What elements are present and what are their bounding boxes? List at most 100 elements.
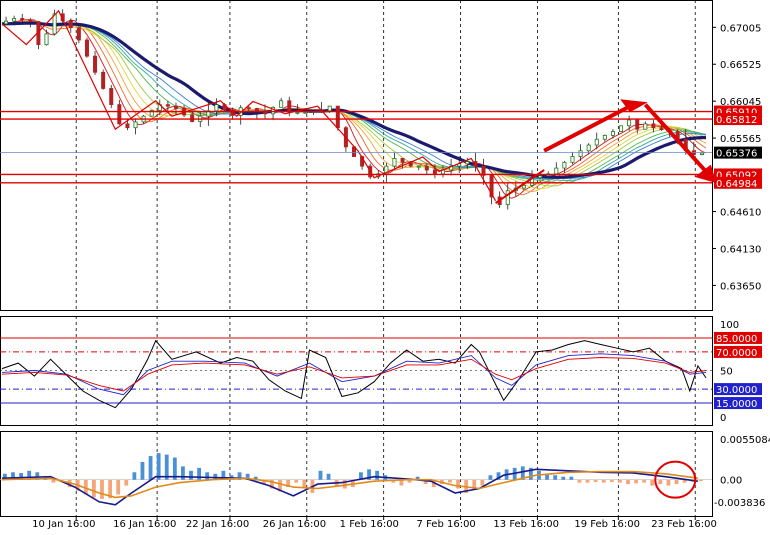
macd-histogram-bar (658, 479, 663, 485)
macd-histogram-bar (634, 479, 638, 484)
candle-body (133, 121, 138, 129)
macd-histogram-bar (593, 479, 598, 482)
candle-body (586, 144, 591, 152)
candle-body (643, 123, 648, 130)
macd-histogram-bar (156, 453, 161, 480)
macd-y-tick-label: 0.00 (720, 476, 742, 487)
candle-body (101, 71, 106, 89)
oscillator-y-tick-label: 0 (720, 413, 726, 424)
candle-body (424, 165, 429, 171)
macd-histogram-bar (132, 472, 137, 480)
candle-body (570, 156, 575, 163)
macd-histogram-bar (100, 479, 104, 499)
candle-body (93, 55, 98, 73)
candle-body (538, 175, 543, 179)
price-y-tick-label: 0.66525 (720, 60, 761, 71)
ma-ribbon-line (1, 19, 707, 195)
oscillator-series-line (1, 357, 707, 392)
ma-ribbon-line (2, 21, 707, 189)
candle-body (392, 158, 397, 167)
price-panel-frame (0, 0, 713, 311)
x-axis-date-label: 13 Feb 16:00 (493, 519, 559, 530)
macd-histogram-bar (642, 479, 647, 483)
candle-body (287, 100, 292, 113)
candle-body (28, 19, 33, 22)
ma-ribbon-line (2, 21, 707, 187)
x-axis-date-label: 16 Jan 16:00 (113, 519, 176, 530)
chart-root: 0.670050.665250.660450.655650.650850.646… (0, 0, 770, 535)
price-y-tick-label: 0.63650 (720, 281, 761, 292)
macd-histogram-bar (181, 466, 185, 480)
candle-body (432, 169, 437, 175)
candle-body (173, 105, 178, 109)
macd-histogram-bar (318, 470, 323, 480)
candle-body (521, 184, 526, 189)
oscillator-level-label: 15.0000 (716, 399, 757, 410)
candle-body (279, 100, 284, 108)
candle-body (12, 18, 17, 22)
candle-body (165, 104, 170, 107)
candle-body (578, 150, 583, 157)
candle-body (594, 138, 599, 146)
macd-histogram-bar (577, 479, 582, 483)
candle-body (327, 105, 332, 112)
candle-body (254, 108, 259, 112)
oscillator-series-line (1, 339, 707, 409)
oscillator-level-label: 70.0000 (716, 348, 757, 359)
candle-body (303, 111, 308, 114)
candle-body (627, 119, 632, 127)
macd-y-tick-label: -0.003836 (714, 498, 765, 509)
candle-body (214, 104, 219, 112)
macd-histogram-bar (609, 479, 614, 482)
candle-body (4, 20, 9, 25)
macd-histogram-bar (488, 475, 493, 480)
macd-histogram-bar (375, 470, 380, 480)
candle-body (602, 134, 607, 140)
macd-histogram-bar (674, 479, 679, 485)
oscillator-y-tick-label: 50 (720, 367, 733, 378)
price-y-tick-label: 0.64610 (720, 208, 761, 219)
macd-histogram-bar (666, 479, 671, 486)
candle-body (416, 165, 421, 168)
macd-histogram-bar (51, 479, 56, 483)
macd-histogram-bar (189, 470, 193, 480)
macd-histogram-bar (601, 479, 606, 483)
macd-histogram-bar (116, 479, 121, 495)
macd-histogram-bar (698, 479, 703, 482)
x-axis-date-label: 19 Feb 16:00 (574, 519, 640, 530)
oscillator-level-label: 85.0000 (716, 334, 757, 345)
price-level-label: 0.65376 (716, 149, 757, 160)
price-y-tick-label: 0.65565 (720, 134, 761, 145)
macd-histogram-bar (553, 475, 558, 480)
ma-ribbon-line (2, 22, 707, 184)
macd-histogram-bar (626, 479, 630, 485)
macd-histogram-bar (140, 461, 145, 480)
x-axis-date-label: 1 Feb 16:00 (340, 519, 399, 530)
macd-histogram-bar (448, 479, 452, 483)
candle-body (562, 161, 567, 169)
candle-body (44, 33, 49, 46)
macd-histogram-bar (342, 479, 347, 489)
x-axis-date-label: 26 Jan 16:00 (263, 519, 326, 530)
macd-histogram-bar (124, 479, 129, 486)
x-axis-date-label: 10 Jan 16:00 (32, 519, 95, 530)
candle-body (295, 111, 300, 114)
candle-body (190, 114, 195, 122)
candle-body (76, 27, 81, 41)
candle-body (68, 20, 73, 29)
macd-signal-line (1, 468, 699, 506)
macd-histogram-bar (205, 472, 210, 480)
macd-histogram-bar (650, 479, 655, 486)
x-axis-date-label: 7 Feb 16:00 (417, 519, 476, 530)
candle-body (117, 104, 122, 125)
macd-histogram-bar (326, 473, 331, 480)
x-axis-date-label: 23 Feb 16:00 (651, 519, 717, 530)
price-level-label: 0.64984 (716, 179, 757, 190)
price-y-tick-label: 0.64130 (720, 244, 761, 255)
candle-body (610, 131, 615, 136)
macd-histogram-bar (92, 479, 96, 498)
macd-histogram-bar (294, 479, 299, 483)
oscillator-y-tick-label: 100 (720, 320, 739, 331)
candle-body (84, 39, 89, 57)
candle-body (465, 161, 470, 165)
